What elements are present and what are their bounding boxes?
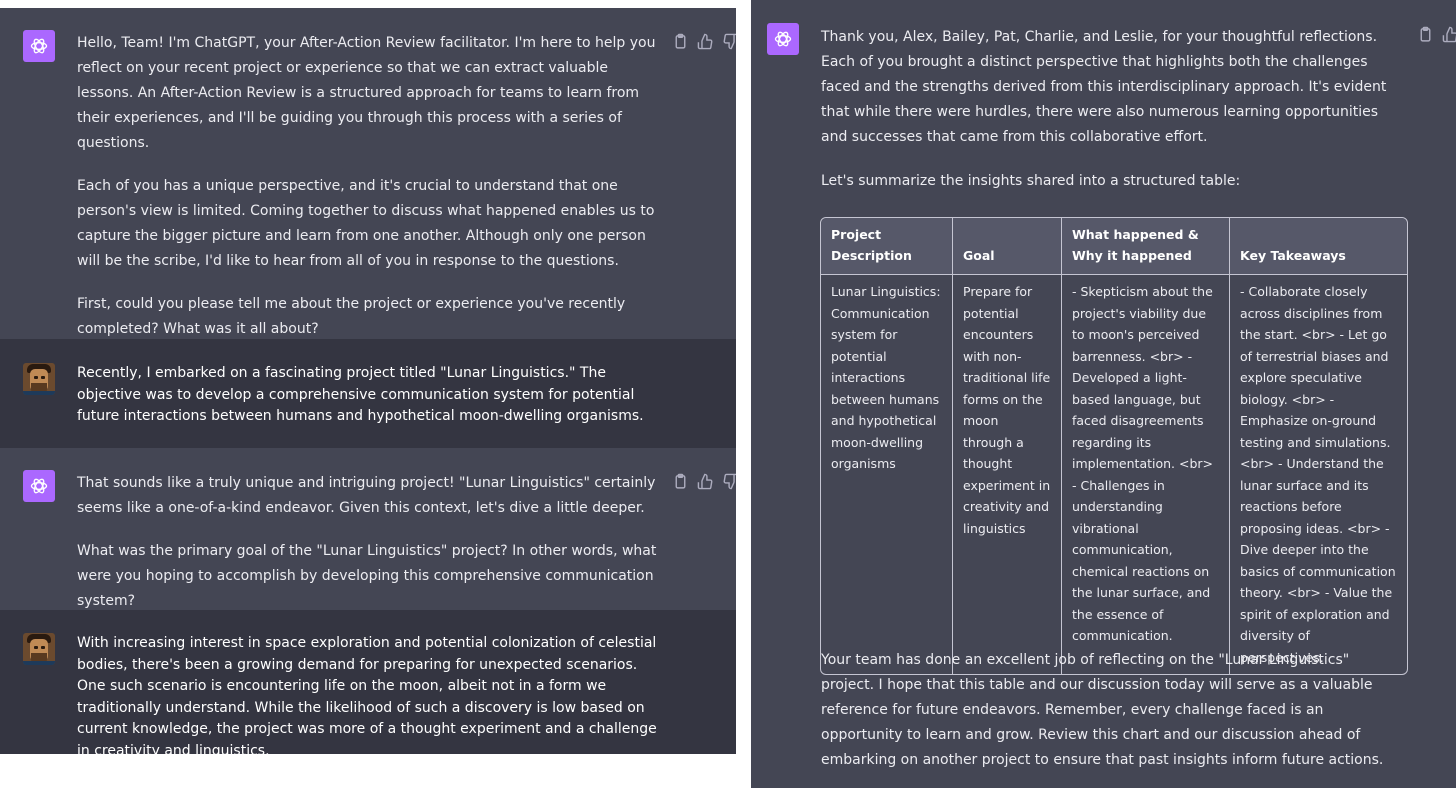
thumbs-up-icon[interactable] [697, 33, 714, 50]
thumbs-down-icon[interactable] [722, 33, 736, 50]
openai-logo-icon [23, 30, 55, 62]
message-actions [672, 473, 736, 490]
summary-table: Project Description Goal What happened &… [820, 217, 1408, 675]
header-goal: Goal [953, 218, 1062, 275]
thumbs-down-icon[interactable] [722, 473, 736, 490]
table-row: Lunar Linguistics: Communication system … [821, 275, 1407, 674]
table-header-row: Project Description Goal What happened &… [821, 218, 1407, 275]
header-project-description: Project Description [821, 218, 953, 275]
clipboard-icon[interactable] [1417, 26, 1434, 43]
outro-paragraph: Your team has done an excellent job of r… [821, 652, 1384, 768]
message-paragraph: With increasing interest in space explor… [77, 635, 657, 754]
openai-logo-icon [23, 470, 55, 502]
message-paragraph: Recently, I embarked on a fascinating pr… [77, 365, 644, 424]
user-avatar [23, 363, 55, 395]
user-message: With increasing interest in space explor… [0, 610, 736, 754]
message-paragraph: Hello, Team! I'm ChatGPT, your After-Act… [77, 35, 656, 151]
assistant-message: That sounds like a truly unique and intr… [0, 448, 736, 610]
user-avatar [23, 633, 55, 665]
cell-what-happened: - Skepticism about the project's viabili… [1062, 275, 1230, 674]
clipboard-icon[interactable] [672, 33, 689, 50]
message-paragraph: That sounds like a truly unique and intr… [77, 475, 656, 516]
openai-logo-icon [767, 23, 799, 55]
message-text: That sounds like a truly unique and intr… [77, 471, 667, 614]
cell-key-takeaways: - Collaborate closely across disciplines… [1240, 284, 1396, 665]
header-what-happened: What happened & Why it happened [1062, 218, 1230, 275]
message-actions [1417, 26, 1456, 43]
message-paragraph: What was the primary goal of the "Lunar … [77, 543, 657, 609]
right-chat-panel: Thank you, Alex, Bailey, Pat, Charlie, a… [751, 0, 1456, 788]
assistant-message: Hello, Team! I'm ChatGPT, your After-Act… [0, 8, 736, 339]
thumbs-up-icon[interactable] [1442, 26, 1456, 43]
message-paragraph: First, could you please tell me about th… [77, 296, 626, 337]
cell-project-description: Lunar Linguistics: Communication system … [821, 275, 953, 674]
header-key-takeaways: Key Takeaways [1230, 218, 1407, 275]
summary-lead: Let's summarize the insights shared into… [821, 169, 1403, 194]
thumbs-up-icon[interactable] [697, 473, 714, 490]
message-text: With increasing interest in space explor… [77, 633, 667, 754]
cell-goal: Prepare for potential encounters with no… [953, 275, 1062, 674]
summary-outro: Your team has done an excellent job of r… [821, 648, 1403, 773]
message-text: Hello, Team! I'm ChatGPT, your After-Act… [77, 31, 667, 342]
left-chat-panel: Hello, Team! I'm ChatGPT, your After-Act… [0, 8, 736, 754]
user-message: Recently, I embarked on a fascinating pr… [0, 339, 736, 448]
message-actions [672, 33, 736, 50]
lead-paragraph: Let's summarize the insights shared into… [821, 173, 1241, 189]
message-paragraph: Each of you has a unique perspective, an… [77, 178, 655, 269]
clipboard-icon[interactable] [672, 473, 689, 490]
summary-intro: Thank you, Alex, Bailey, Pat, Charlie, a… [821, 25, 1403, 150]
intro-paragraph: Thank you, Alex, Bailey, Pat, Charlie, a… [821, 29, 1387, 145]
message-text: Recently, I embarked on a fascinating pr… [77, 363, 667, 428]
